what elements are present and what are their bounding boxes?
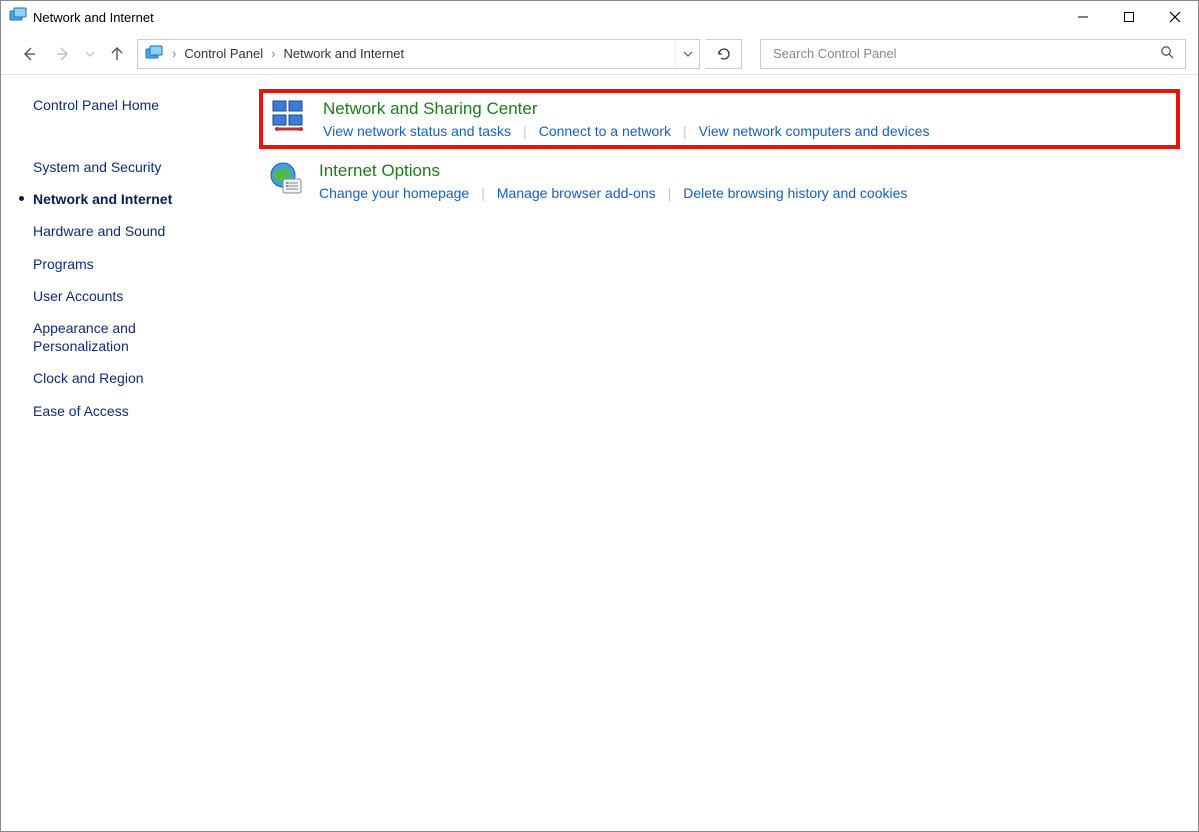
forward-button[interactable] — [49, 40, 77, 68]
up-button[interactable] — [103, 40, 131, 68]
window-controls — [1060, 1, 1198, 33]
panel-internet-options: Internet Options Change your homepage | … — [259, 155, 1180, 207]
maximize-button[interactable] — [1106, 1, 1152, 33]
breadcrumb-sep-icon: › — [164, 46, 184, 61]
sidebar-item-clock-region[interactable]: Clock and Region — [33, 362, 229, 394]
location-icon — [144, 44, 164, 64]
task-change-homepage[interactable]: Change your homepage — [319, 185, 469, 201]
panel-title-network-sharing[interactable]: Network and Sharing Center — [323, 99, 538, 119]
task-delete-history[interactable]: Delete browsing history and cookies — [683, 185, 907, 201]
sidebar-item-programs[interactable]: Programs — [33, 248, 229, 280]
task-view-network-status[interactable]: View network status and tasks — [323, 123, 511, 139]
sidebar-item-user-accounts[interactable]: User Accounts — [33, 280, 229, 312]
minimize-button[interactable] — [1060, 1, 1106, 33]
panel-links: View network status and tasks | Connect … — [323, 123, 1168, 139]
task-connect-network[interactable]: Connect to a network — [539, 123, 671, 139]
link-separator: | — [671, 123, 699, 139]
panel-network-sharing-center: Network and Sharing Center View network … — [259, 89, 1180, 149]
toolbar: › Control Panel › Network and Internet — [1, 33, 1198, 75]
breadcrumb-item[interactable]: Control Panel — [184, 46, 263, 61]
panel-links: Change your homepage | Manage browser ad… — [319, 185, 1172, 201]
search-icon[interactable] — [1160, 45, 1175, 63]
window-title: Network and Internet — [33, 10, 1060, 25]
internet-options-icon — [267, 161, 305, 199]
window-frame: Network and Internet — [0, 0, 1199, 832]
content-area: Network and Sharing Center View network … — [249, 75, 1198, 831]
recent-dropdown[interactable] — [83, 40, 97, 68]
control-panel-icon — [9, 7, 27, 28]
body: Control Panel Home System and Security N… — [1, 75, 1198, 831]
sidebar-category-list: System and Security Network and Internet… — [33, 151, 229, 427]
sidebar: Control Panel Home System and Security N… — [1, 75, 249, 831]
task-view-computers[interactable]: View network computers and devices — [699, 123, 930, 139]
breadcrumb-item[interactable]: Network and Internet — [283, 46, 404, 61]
search-box[interactable] — [760, 39, 1186, 69]
network-sharing-icon — [271, 99, 309, 137]
close-button[interactable] — [1152, 1, 1198, 33]
panel-title-internet-options[interactable]: Internet Options — [319, 161, 440, 181]
sidebar-item-ease-of-access[interactable]: Ease of Access — [33, 395, 229, 427]
address-bar[interactable]: › Control Panel › Network and Internet — [137, 39, 700, 69]
sidebar-item-appearance[interactable]: Appearance and Personalization — [33, 312, 229, 362]
panel-body: Internet Options Change your homepage | … — [319, 161, 1172, 201]
link-separator: | — [469, 185, 497, 201]
refresh-button[interactable] — [706, 39, 742, 69]
link-separator: | — [656, 185, 684, 201]
titlebar: Network and Internet — [1, 1, 1198, 33]
task-manage-addons[interactable]: Manage browser add-ons — [497, 185, 656, 201]
sidebar-item-network-internet[interactable]: Network and Internet — [33, 183, 229, 215]
link-separator: | — [511, 123, 539, 139]
back-button[interactable] — [15, 40, 43, 68]
panel-body: Network and Sharing Center View network … — [323, 99, 1168, 139]
control-panel-home-link[interactable]: Control Panel Home — [33, 97, 159, 113]
sidebar-item-hardware-sound[interactable]: Hardware and Sound — [33, 215, 229, 247]
breadcrumb-sep-icon: › — [263, 46, 283, 61]
sidebar-item-system-security[interactable]: System and Security — [33, 151, 229, 183]
address-dropdown[interactable] — [675, 40, 699, 68]
search-input[interactable] — [773, 46, 1160, 61]
